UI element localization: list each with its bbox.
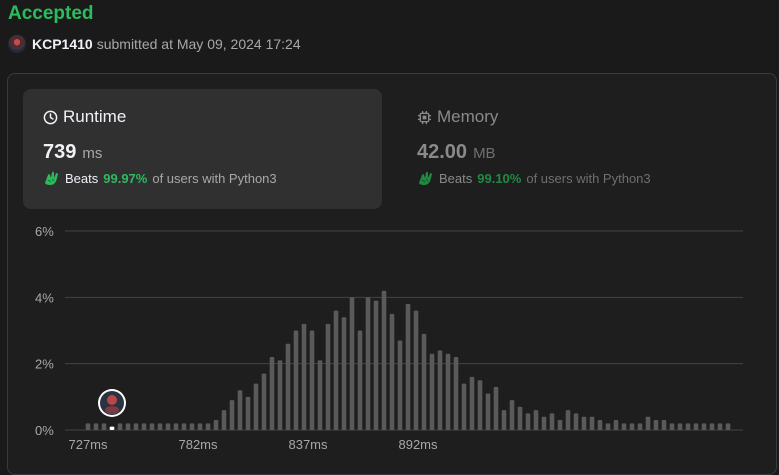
- distribution-bar[interactable]: [669, 423, 675, 430]
- distribution-bar[interactable]: [341, 317, 347, 430]
- distribution-bar[interactable]: [565, 410, 571, 430]
- distribution-bar[interactable]: [213, 420, 219, 430]
- distribution-bar[interactable]: [469, 376, 475, 430]
- distribution-bar[interactable]: [205, 423, 211, 430]
- distribution-bar[interactable]: [365, 297, 371, 430]
- y-tick-label: 4%: [35, 290, 54, 305]
- distribution-bar[interactable]: [133, 423, 139, 430]
- distribution-bar[interactable]: [637, 423, 643, 430]
- distribution-bar[interactable]: [253, 383, 259, 430]
- distribution-bar[interactable]: [333, 310, 339, 430]
- distribution-bar[interactable]: [349, 297, 355, 430]
- distribution-bar[interactable]: [509, 400, 515, 430]
- distribution-bar[interactable]: [93, 423, 99, 430]
- distribution-bar[interactable]: [381, 290, 387, 430]
- distribution-bar[interactable]: [725, 423, 731, 430]
- distribution-bar[interactable]: [493, 386, 499, 430]
- y-tick-label: 2%: [35, 357, 54, 372]
- distribution-bar[interactable]: [397, 340, 403, 430]
- distribution-bar[interactable]: [85, 423, 91, 430]
- distribution-bar[interactable]: [421, 333, 427, 430]
- x-tick-label: 727ms: [68, 437, 108, 452]
- distribution-bar[interactable]: [189, 423, 195, 430]
- distribution-bar[interactable]: [221, 410, 227, 430]
- distribution-bar[interactable]: [501, 410, 507, 430]
- distribution-bar[interactable]: [605, 423, 611, 430]
- distribution-bar[interactable]: [309, 330, 315, 431]
- distribution-bar[interactable]: [685, 423, 691, 430]
- distribution-bar[interactable]: [101, 423, 107, 430]
- distribution-bar[interactable]: [517, 406, 523, 430]
- distribution-bar[interactable]: [373, 300, 379, 430]
- distribution-bar[interactable]: [589, 416, 595, 430]
- distribution-bar[interactable]: [237, 390, 243, 430]
- x-tick-label: 837ms: [288, 437, 328, 452]
- distribution-bar[interactable]: [557, 420, 563, 430]
- distribution-bar[interactable]: [677, 423, 683, 430]
- distribution-bar[interactable]: [429, 353, 435, 430]
- distribution-bar[interactable]: [357, 330, 363, 431]
- distribution-bar[interactable]: [437, 350, 443, 430]
- y-tick-label: 6%: [35, 224, 54, 239]
- distribution-bar[interactable]: [621, 423, 627, 430]
- distribution-bar[interactable]: [461, 383, 467, 430]
- distribution-bar[interactable]: [117, 423, 123, 430]
- distribution-bar[interactable]: [197, 423, 203, 430]
- distribution-bar[interactable]: [389, 313, 395, 430]
- distribution-bar[interactable]: [293, 330, 299, 431]
- distribution-bar[interactable]: [533, 410, 539, 430]
- distribution-bar[interactable]: [125, 423, 131, 430]
- highlight-bar[interactable]: [109, 426, 115, 430]
- distribution-bar[interactable]: [693, 423, 699, 430]
- x-tick-label: 892ms: [398, 437, 438, 452]
- runtime-distribution-chart: 6% 4% 2% 0% 727ms 782ms 837ms 892ms: [35, 224, 743, 452]
- distribution-bar[interactable]: [541, 416, 547, 430]
- distribution-bar[interactable]: [285, 343, 291, 430]
- distribution-bar[interactable]: [301, 323, 307, 430]
- distribution-bar[interactable]: [229, 400, 235, 430]
- distribution-bar[interactable]: [245, 396, 251, 430]
- distribution-bar[interactable]: [645, 416, 651, 430]
- distribution-bar[interactable]: [269, 357, 275, 430]
- distribution-bar[interactable]: [581, 416, 587, 430]
- distribution-bar[interactable]: [141, 423, 147, 430]
- distribution-bar[interactable]: [525, 413, 531, 430]
- distribution-bar[interactable]: [597, 420, 603, 430]
- distribution-bar[interactable]: [629, 423, 635, 430]
- distribution-bar[interactable]: [613, 420, 619, 430]
- distribution-bar[interactable]: [717, 423, 723, 430]
- distribution-bar[interactable]: [317, 360, 323, 430]
- distribution-bar[interactable]: [413, 310, 419, 430]
- distribution-bar[interactable]: [181, 423, 187, 430]
- distribution-bar[interactable]: [573, 413, 579, 430]
- distribution-bar[interactable]: [277, 360, 283, 430]
- distribution-bar[interactable]: [477, 380, 483, 430]
- distribution-bar[interactable]: [173, 423, 179, 430]
- distribution-bar[interactable]: [157, 423, 163, 430]
- distribution-bar[interactable]: [453, 357, 459, 430]
- distribution-bar[interactable]: [701, 423, 707, 430]
- distribution-bar[interactable]: [405, 303, 411, 430]
- distribution-bar[interactable]: [261, 373, 267, 430]
- y-tick-label: 0%: [35, 423, 54, 438]
- distribution-bar[interactable]: [485, 393, 491, 430]
- distribution-bar[interactable]: [325, 323, 331, 430]
- user-marker-avatar[interactable]: [98, 389, 126, 417]
- distribution-bar[interactable]: [445, 353, 451, 430]
- distribution-bar[interactable]: [149, 423, 155, 430]
- distribution-bar[interactable]: [549, 413, 555, 430]
- distribution-bar[interactable]: [661, 420, 667, 430]
- distribution-bar[interactable]: [709, 423, 715, 430]
- x-tick-label: 782ms: [178, 437, 218, 452]
- distribution-bar[interactable]: [165, 423, 171, 430]
- distribution-bar[interactable]: [653, 420, 659, 430]
